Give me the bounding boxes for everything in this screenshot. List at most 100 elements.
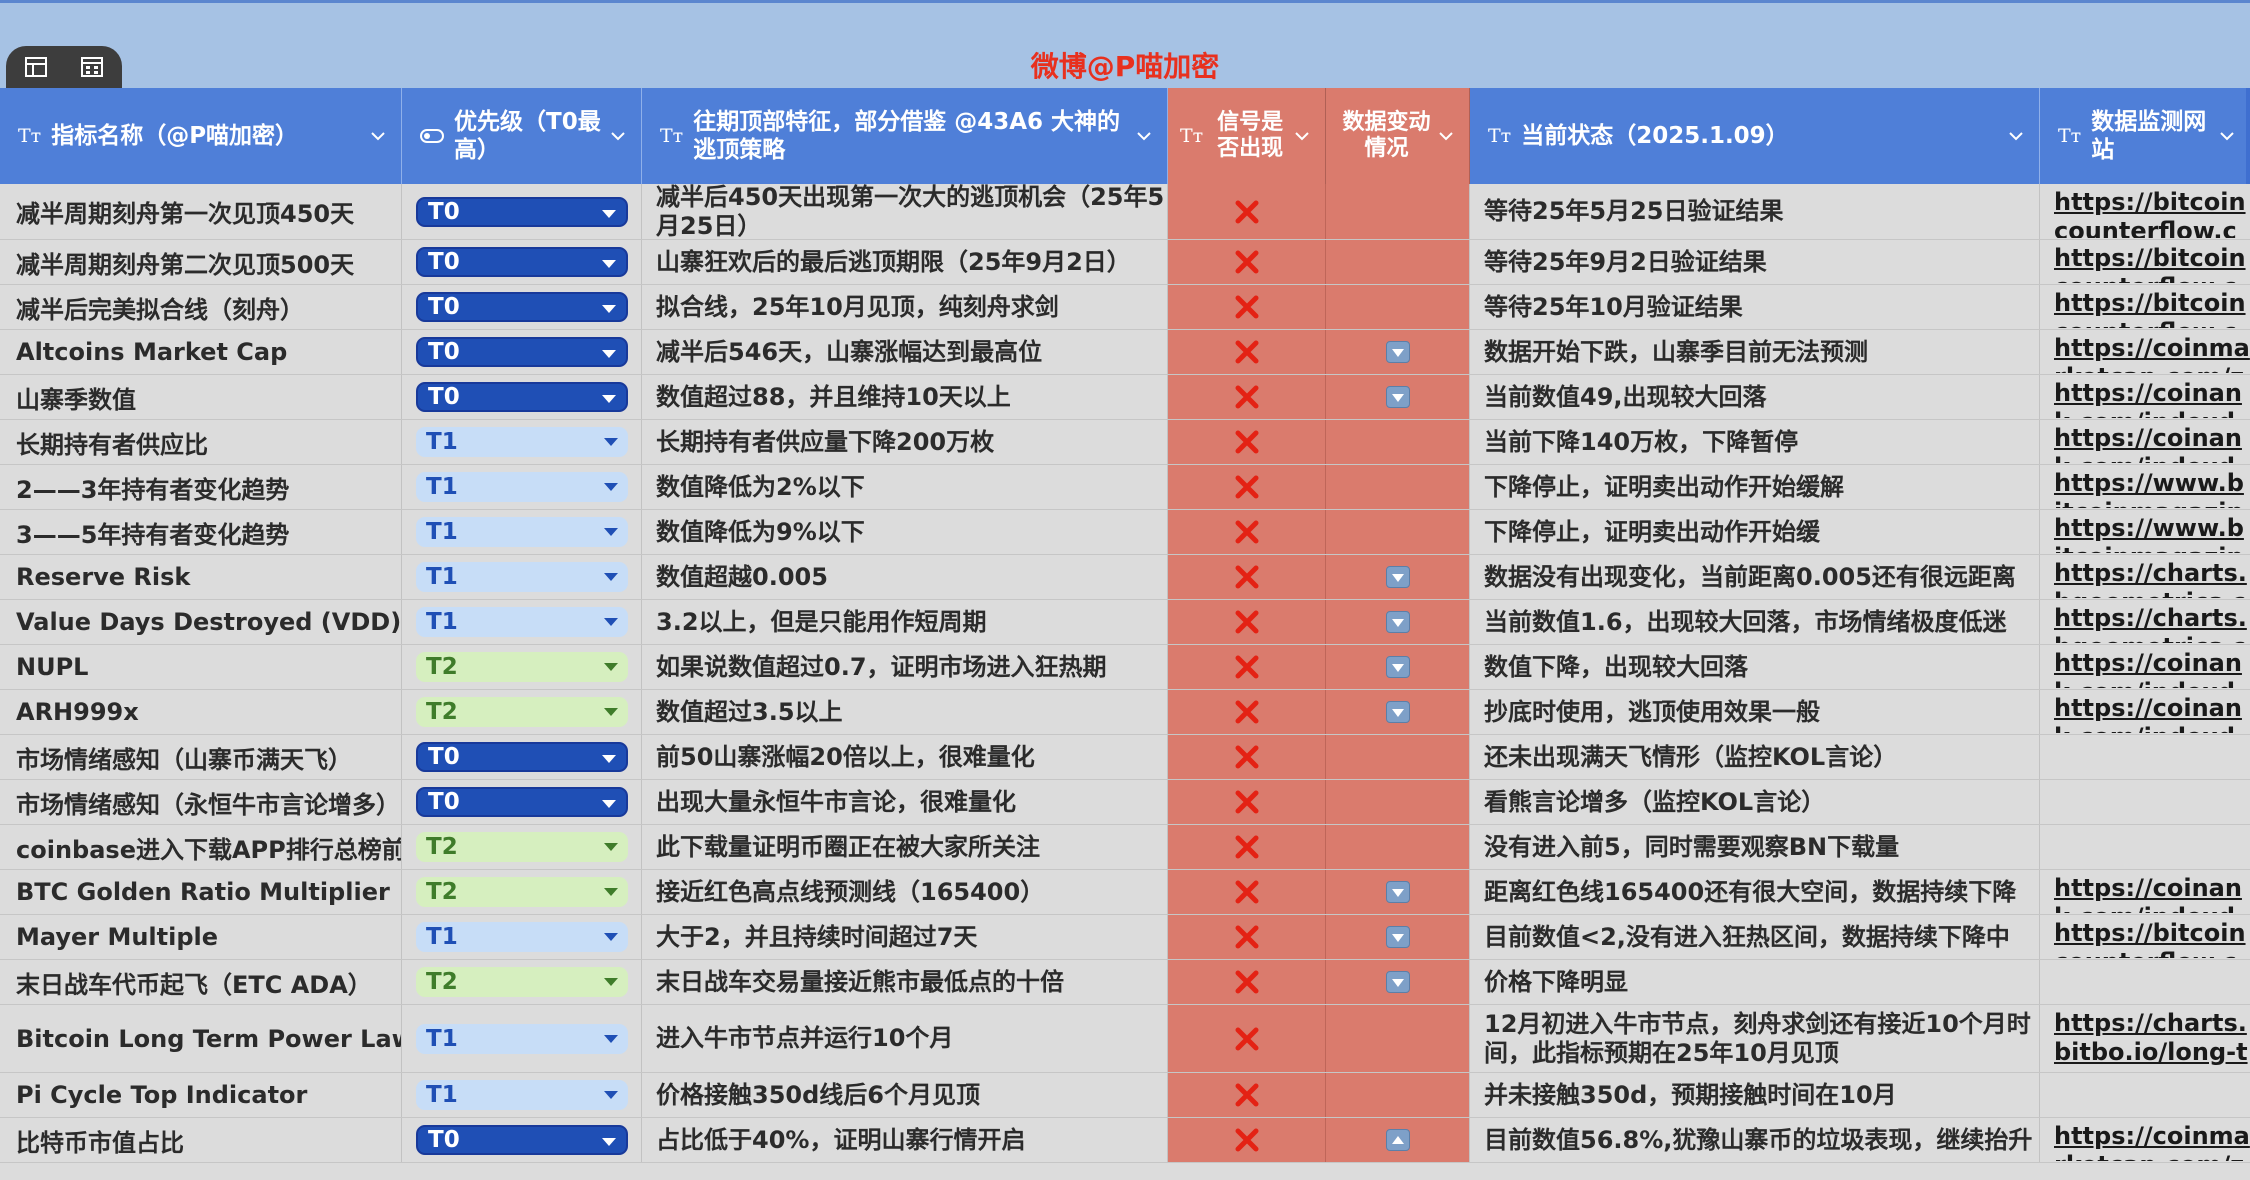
change-cell[interactable] — [1326, 735, 1470, 779]
priority-select[interactable]: T1 — [416, 1080, 628, 1110]
indicator-name-cell[interactable]: Value Days Destroyed (VDD) — [0, 600, 402, 644]
column-header-site[interactable]: Tт 数据监测网站 — [2040, 88, 2250, 184]
status-cell[interactable]: 当前数值1.6，出现较大回落，市场情绪极度低迷 — [1470, 600, 2040, 644]
priority-cell[interactable]: T0 — [402, 240, 642, 284]
change-cell[interactable] — [1326, 465, 1470, 509]
site-link[interactable]: https://coinmarketcap.com/zh — [2054, 1118, 2250, 1161]
chevron-down-icon[interactable] — [2218, 127, 2236, 145]
site-cell[interactable]: https://bitcoincounterflow.co — [2040, 285, 2250, 329]
indicator-name-cell[interactable]: Bitcoin Long Term Power Law — [0, 1005, 402, 1072]
priority-select[interactable]: T1 — [416, 427, 628, 457]
signal-cell[interactable] — [1168, 285, 1326, 329]
indicator-name-cell[interactable]: 市场情绪感知（永恒牛市言论增多） — [0, 780, 402, 824]
priority-select[interactable]: T2 — [416, 832, 628, 862]
column-header-status[interactable]: Tт 当前状态（2025.1.09） — [1470, 88, 2040, 184]
column-header-priority[interactable]: 优先级（T0最高） — [402, 88, 642, 184]
indicator-name-cell[interactable]: Reserve Risk — [0, 555, 402, 599]
table-row[interactable]: 减半周期刻舟第二次见顶500天 T0 山寨狂欢后的最后逃顶期限（25年9月2日） 等待… — [0, 240, 2250, 285]
table-row[interactable]: 市场情绪感知（永恒牛市言论增多） T0 出现大量永恒牛市言论，很难量化 看熊言论增多（… — [0, 780, 2250, 825]
table-row[interactable]: ARH999x T2 数值超过3.5以上 抄底时使用，逃顶使用效果一般 https://… — [0, 690, 2250, 735]
change-cell[interactable] — [1326, 510, 1470, 554]
signal-cell[interactable] — [1168, 735, 1326, 779]
feature-cell[interactable]: 数值超越0.005 — [642, 555, 1168, 599]
indicator-name-cell[interactable]: 末日战车代币起飞（ETC ADA） — [0, 960, 402, 1004]
table-row[interactable]: Value Days Destroyed (VDD) T1 3.2以上，但是只能用作… — [0, 600, 2250, 645]
feature-cell[interactable]: 末日战车交易量接近熊市最低点的十倍 — [642, 960, 1168, 1004]
signal-cell[interactable] — [1168, 240, 1326, 284]
site-link[interactable]: https://bitcoincounterflow.co — [2054, 240, 2250, 283]
feature-cell[interactable]: 大于2，并且持续时间超过7天 — [642, 915, 1168, 959]
site-cell[interactable]: https://coinank.com/indexdata — [2040, 375, 2250, 419]
indicator-name-cell[interactable]: 3——5年持有者变化趋势 — [0, 510, 402, 554]
priority-cell[interactable]: T2 — [402, 645, 642, 689]
priority-select[interactable]: T1 — [416, 562, 628, 592]
chevron-down-icon[interactable] — [609, 127, 627, 145]
signal-cell[interactable] — [1168, 915, 1326, 959]
priority-cell[interactable]: T1 — [402, 510, 642, 554]
column-resize-handle[interactable] — [2246, 88, 2250, 184]
change-cell[interactable] — [1326, 375, 1470, 419]
indicator-name-cell[interactable]: Altcoins Market Cap — [0, 330, 402, 374]
priority-cell[interactable]: T0 — [402, 330, 642, 374]
indicator-name-cell[interactable]: 山寨季数值 — [0, 375, 402, 419]
site-cell[interactable]: https://bitcoincounterflow.co — [2040, 184, 2250, 239]
indicator-name-cell[interactable]: 减半周期刻舟第一次见顶450天 — [0, 184, 402, 239]
change-cell[interactable] — [1326, 645, 1470, 689]
site-link[interactable]: https://www.bitcoinmagazine — [2054, 510, 2250, 553]
status-cell[interactable]: 等待25年10月验证结果 — [1470, 285, 2040, 329]
priority-cell[interactable]: T2 — [402, 960, 642, 1004]
site-cell[interactable]: https://bitcoincounterflow.co — [2040, 915, 2250, 959]
change-cell[interactable] — [1326, 330, 1470, 374]
feature-cell[interactable]: 数值降低为2%以下 — [642, 465, 1168, 509]
feature-cell[interactable]: 价格接触350d线后6个月见顶 — [642, 1073, 1168, 1117]
table-row[interactable]: 减半周期刻舟第一次见顶450天 T0 减半后450天出现第一次大的逃顶机会（25年5… — [0, 184, 2250, 240]
feature-cell[interactable]: 接近红色高点线预测线（165400） — [642, 870, 1168, 914]
table-row[interactable]: 市场情绪感知（山寨币满天飞） T0 前50山寨涨幅20倍以上，很难量化 还未出现满天飞… — [0, 735, 2250, 780]
change-cell[interactable] — [1326, 870, 1470, 914]
indicator-name-cell[interactable]: coinbase进入下载APP排行总榜前5 — [0, 825, 402, 869]
change-cell[interactable] — [1326, 915, 1470, 959]
column-header-name[interactable]: Tт 指标名称（@P喵加密） — [0, 88, 402, 184]
priority-select[interactable]: T0 — [416, 742, 628, 772]
site-link[interactable]: https://coinank.com/indexdata — [2054, 645, 2250, 688]
feature-cell[interactable]: 长期持有者供应量下降200万枚 — [642, 420, 1168, 464]
status-cell[interactable]: 目前数值<2,没有进入狂热区间，数据持续下降中 — [1470, 915, 2040, 959]
table-row[interactable]: Altcoins Market Cap T0 减半后546天，山寨涨幅达到最高位 数据… — [0, 330, 2250, 375]
table-row[interactable]: BTC Golden Ratio Multiplier T2 接近红色高点线预测线（… — [0, 870, 2250, 915]
site-cell[interactable] — [2040, 960, 2250, 1004]
signal-cell[interactable] — [1168, 184, 1326, 239]
table-row[interactable]: 末日战车代币起飞（ETC ADA） T2 末日战车交易量接近熊市最低点的十倍 价格下降… — [0, 960, 2250, 1005]
site-link[interactable]: https://charts.bgeometrics.c — [2054, 600, 2250, 643]
status-cell[interactable]: 等待25年5月25日验证结果 — [1470, 184, 2040, 239]
table-row[interactable]: Bitcoin Long Term Power Law T1 进入牛市节点并运行10… — [0, 1005, 2250, 1073]
feature-cell[interactable]: 前50山寨涨幅20倍以上，很难量化 — [642, 735, 1168, 779]
status-cell[interactable]: 距离红色线165400还有很大空间，数据持续下降 — [1470, 870, 2040, 914]
feature-cell[interactable]: 减半后450天出现第一次大的逃顶机会（25年5月25日） — [642, 184, 1168, 239]
column-header-change[interactable]: 数据变动情况 — [1326, 88, 1470, 184]
priority-cell[interactable]: T1 — [402, 420, 642, 464]
status-cell[interactable]: 目前数值56.8%,犹豫山寨币的垃圾表现，继续抬升 — [1470, 1118, 2040, 1162]
indicator-name-cell[interactable]: Pi Cycle Top Indicator — [0, 1073, 402, 1117]
priority-cell[interactable]: T0 — [402, 1118, 642, 1162]
priority-select[interactable]: T1 — [416, 472, 628, 502]
feature-cell[interactable]: 如果说数值超过0.7，证明市场进入狂热期 — [642, 645, 1168, 689]
signal-cell[interactable] — [1168, 645, 1326, 689]
site-link[interactable]: https://coinank.com/indexdata — [2054, 690, 2250, 733]
chevron-down-icon[interactable] — [1135, 127, 1153, 145]
feature-cell[interactable]: 山寨狂欢后的最后逃顶期限（25年9月2日） — [642, 240, 1168, 284]
site-link[interactable]: https://www.bitcoinmagazine — [2054, 465, 2250, 508]
feature-cell[interactable]: 减半后546天，山寨涨幅达到最高位 — [642, 330, 1168, 374]
table-row[interactable]: 3——5年持有者变化趋势 T1 数值降低为9%以下 下降停止，证明卖出动作开始缓 htt… — [0, 510, 2250, 555]
site-link[interactable]: https://coinmarketcap.com/zh — [2054, 330, 2250, 373]
table-row[interactable]: coinbase进入下载APP排行总榜前5 T2 此下载量证明币圈正在被大家所关注 没… — [0, 825, 2250, 870]
chevron-down-icon[interactable] — [2007, 127, 2025, 145]
priority-cell[interactable]: T2 — [402, 825, 642, 869]
status-cell[interactable]: 当前下降140万枚，下降暂停 — [1470, 420, 2040, 464]
signal-cell[interactable] — [1168, 375, 1326, 419]
table-row[interactable]: NUPL T2 如果说数值超过0.7，证明市场进入狂热期 数值下降，出现较大回落 htt… — [0, 645, 2250, 690]
table-row[interactable]: 长期持有者供应比 T1 长期持有者供应量下降200万枚 当前下降140万枚，下降暂停 h… — [0, 420, 2250, 465]
site-link[interactable]: https://coinank.com/indexdata — [2054, 420, 2250, 463]
site-cell[interactable] — [2040, 825, 2250, 869]
indicator-name-cell[interactable]: 比特币市值占比 — [0, 1118, 402, 1162]
feature-cell[interactable]: 数值降低为9%以下 — [642, 510, 1168, 554]
